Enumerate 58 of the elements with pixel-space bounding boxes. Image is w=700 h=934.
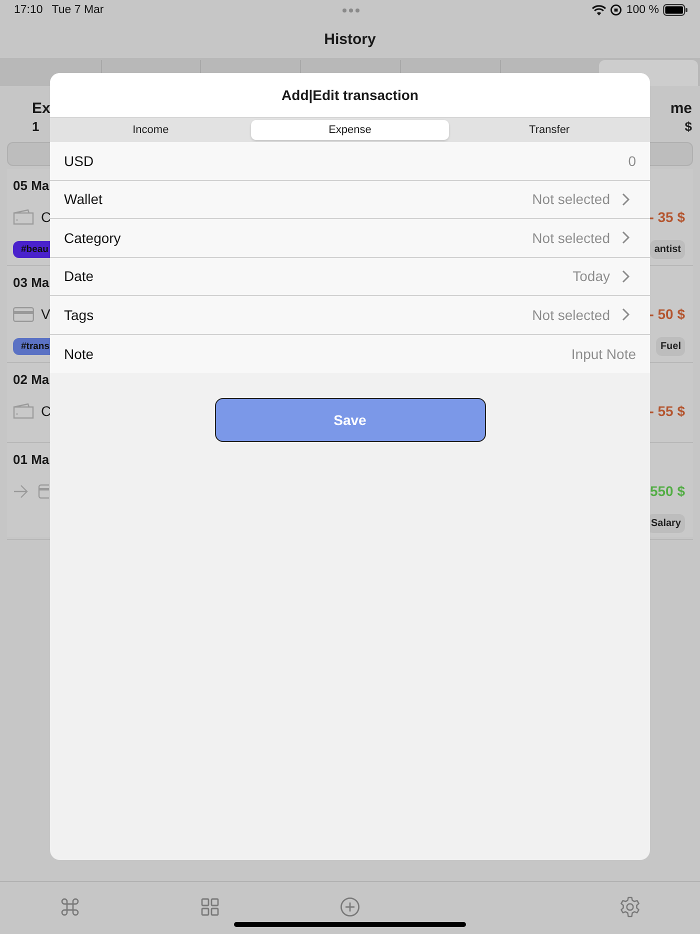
wifi-icon bbox=[592, 4, 606, 16]
orientation-lock-icon bbox=[610, 4, 622, 16]
field-label: Date bbox=[64, 268, 95, 284]
field-label: Tags bbox=[64, 306, 95, 323]
chevron-icon bbox=[622, 308, 630, 322]
segment-tab[interactable]: Transfer bbox=[450, 120, 648, 140]
category-chip: Fuel bbox=[656, 336, 685, 356]
form-row[interactable]: Tags Not selected bbox=[50, 296, 650, 334]
card-icon bbox=[13, 306, 34, 322]
summary-value: 1 bbox=[32, 119, 40, 134]
battery-icon bbox=[663, 4, 688, 16]
form-row[interactable]: Category Not selected bbox=[50, 219, 650, 258]
form-row[interactable]: USD 0 bbox=[50, 142, 650, 180]
settings-icon[interactable] bbox=[619, 896, 641, 918]
dialog-title: Add|Edit transaction bbox=[50, 73, 650, 117]
entry-title: C bbox=[41, 403, 52, 419]
segment-tab[interactable]: Expense bbox=[251, 120, 449, 140]
entry-amount: 550 $ bbox=[650, 483, 685, 499]
day-date: 02 Ma bbox=[13, 372, 50, 386]
screen-title: History bbox=[323, 30, 377, 50]
summary-value: $ bbox=[684, 119, 692, 134]
field-label: Note bbox=[64, 346, 95, 362]
field-value: Not selected bbox=[532, 191, 610, 208]
summary-label: me bbox=[670, 100, 692, 117]
field-value: Not selected bbox=[532, 306, 610, 323]
chevron-icon bbox=[622, 270, 630, 283]
day-date: 03 Ma bbox=[13, 274, 50, 290]
field-label: Category bbox=[64, 230, 122, 246]
chevron-icon bbox=[622, 192, 630, 206]
field-label: Wallet bbox=[64, 191, 104, 208]
status-date: Tue 7 Mar bbox=[52, 4, 104, 16]
wallet-icon bbox=[13, 403, 34, 419]
arrow-card-icon bbox=[13, 484, 49, 498]
entry-amount: - 35 $ bbox=[649, 209, 685, 225]
form-row[interactable]: Date Today bbox=[50, 258, 650, 296]
entry-title: V bbox=[41, 306, 50, 322]
note-input-field[interactable]: Input Note bbox=[436, 346, 636, 362]
field-value: Today bbox=[572, 268, 610, 284]
grid-icon[interactable] bbox=[200, 897, 220, 917]
day-date: 05 Ma bbox=[13, 178, 50, 192]
chevron-icon bbox=[622, 231, 630, 244]
entry-amount: - 55 $ bbox=[649, 403, 685, 419]
entry-title: C bbox=[41, 209, 52, 225]
battery-percent: 100 % bbox=[626, 4, 659, 16]
wallet-icon bbox=[13, 209, 34, 225]
day-date: 01 Ma bbox=[13, 452, 50, 466]
field-value: Not selected bbox=[532, 230, 610, 246]
amount-value: 0 bbox=[628, 152, 636, 169]
category-chip: antist bbox=[650, 240, 685, 258]
add-icon[interactable] bbox=[340, 897, 360, 917]
summary-label: Ex bbox=[32, 100, 50, 117]
more-dots-icon bbox=[342, 8, 360, 12]
form-row[interactable]: Wallet Not selected bbox=[50, 180, 650, 219]
field-label: USD bbox=[64, 152, 95, 169]
segment-tab[interactable]: Income bbox=[52, 120, 250, 140]
status-time: 17:10 bbox=[14, 4, 43, 16]
command-icon[interactable] bbox=[60, 897, 80, 917]
entry-amount: - 50 $ bbox=[649, 306, 685, 322]
